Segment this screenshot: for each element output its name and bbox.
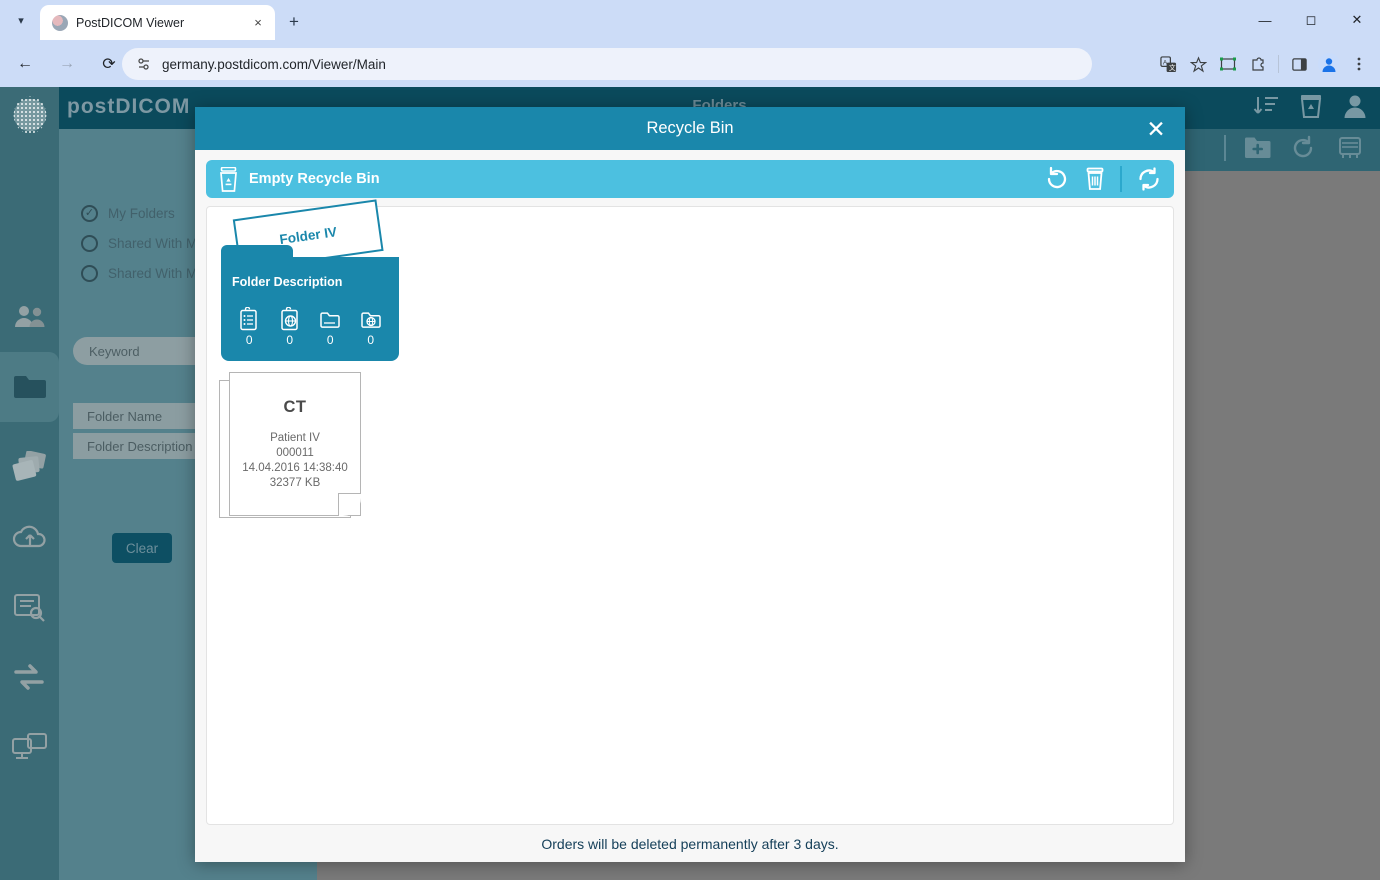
- retention-notice: Orders will be deleted permanently after…: [541, 836, 838, 852]
- study-patient-name: Patient IV: [242, 431, 348, 446]
- study-patient-id: 000011: [242, 446, 348, 461]
- recycle-bin-dialog: Recycle Bin ✕ Empty Recycle Bin: [195, 107, 1185, 862]
- recycle-bin-icon: [218, 167, 239, 192]
- modal-footer: Orders will be deleted permanently after…: [195, 825, 1185, 862]
- folder-stat-count: 0: [286, 333, 293, 347]
- study-details: Patient IV 000011 14.04.2016 14:38:40 32…: [242, 431, 348, 491]
- study-modality: CT: [284, 398, 307, 417]
- modal-title: Recycle Bin: [646, 119, 733, 138]
- delete-icon[interactable]: [1084, 166, 1106, 192]
- study-card[interactable]: CT Patient IV 000011 14.04.2016 14:38:40…: [219, 372, 369, 524]
- recycle-bin-items: Folder IV Folder Description: [206, 206, 1174, 825]
- modal-overlay: Recycle Bin ✕ Empty Recycle Bin: [0, 0, 1380, 880]
- folder-name: Folder IV: [279, 224, 338, 247]
- folder-card[interactable]: Folder IV Folder Description: [221, 219, 399, 361]
- screen: ▾ PostDICOM Viewer × + — ◻ ✕ ← → ⟳ germa…: [0, 0, 1380, 880]
- folder-stat-folders: 0: [310, 307, 351, 347]
- folder-stats: 0 0: [229, 307, 391, 347]
- folder-description: Folder Description: [232, 275, 342, 289]
- modal-toolbar: Empty Recycle Bin: [206, 160, 1174, 198]
- refresh-icon[interactable]: [1136, 166, 1162, 192]
- clipboard-globe-icon: [279, 307, 301, 331]
- study-datetime: 14.04.2016 14:38:40: [242, 461, 348, 476]
- folder-stat-count: 0: [367, 333, 374, 347]
- clipboard-list-icon: [238, 307, 260, 331]
- modal-header: Recycle Bin ✕: [195, 107, 1185, 150]
- empty-recycle-bin-button[interactable]: Empty Recycle Bin: [218, 167, 380, 192]
- folder-stat-count: 0: [327, 333, 334, 347]
- folder-body: Folder Description 0: [221, 257, 399, 361]
- toolbar-divider: [1120, 166, 1122, 192]
- folder-stat-shared-studies: 0: [270, 307, 311, 347]
- study-size: 32377 KB: [242, 476, 348, 491]
- folder-globe-icon: [360, 307, 382, 331]
- folder-icon: [319, 307, 341, 331]
- folder-stat-shared-folders: 0: [351, 307, 392, 347]
- study-card-front: CT Patient IV 000011 14.04.2016 14:38:40…: [229, 372, 361, 516]
- modal-toolbar-actions: [1044, 166, 1162, 192]
- restore-icon[interactable]: [1044, 166, 1070, 192]
- folder-stat-studies: 0: [229, 307, 270, 347]
- close-icon[interactable]: ✕: [1143, 116, 1169, 142]
- folder-stat-count: 0: [246, 333, 253, 347]
- empty-recycle-bin-label: Empty Recycle Bin: [249, 171, 380, 187]
